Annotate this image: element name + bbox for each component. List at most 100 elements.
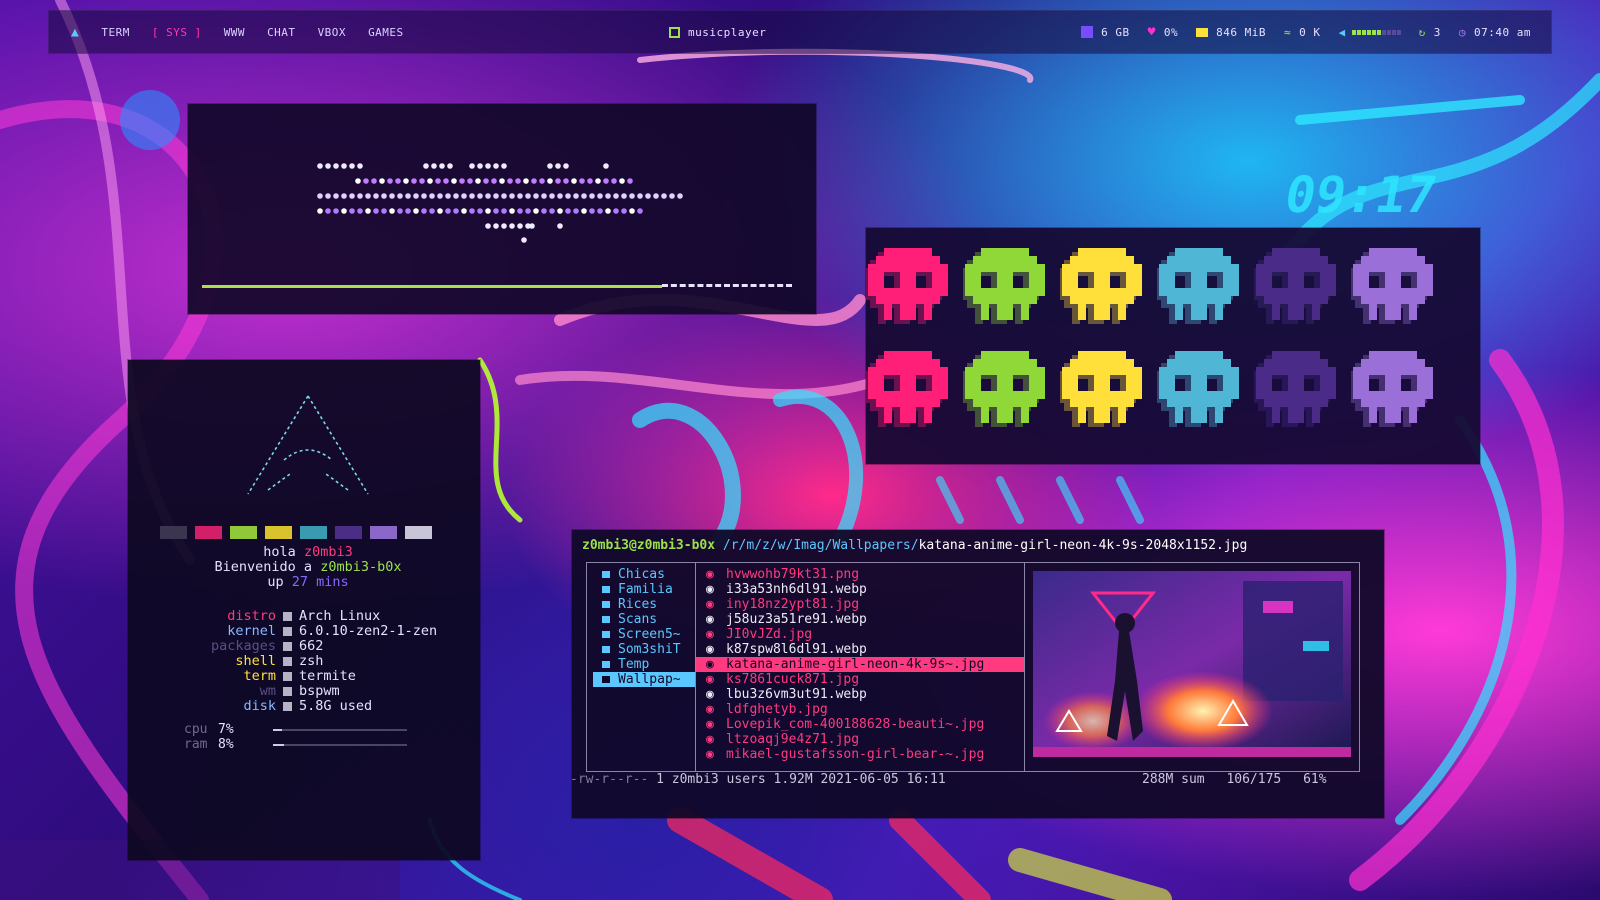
file-item[interactable]: ◉ ks7861cuck871.jpg (696, 672, 1024, 687)
info-bullet (283, 702, 292, 711)
visualizer-dot (389, 208, 395, 214)
dir-name: Screen5~ (618, 627, 681, 642)
dir-item[interactable]: Scans (587, 612, 695, 627)
image-file-icon: ◉ (706, 567, 714, 582)
visualizer-dot (325, 208, 331, 214)
visualizer-dot (605, 193, 611, 199)
volume-segment (1396, 29, 1401, 35)
file-item[interactable]: ◉ ldfghetyb.jpg (696, 702, 1024, 717)
visualizer-dot (533, 208, 539, 214)
visualizer-dot (451, 178, 457, 184)
visualizer-dot (423, 163, 429, 169)
visualizer-dot (437, 208, 443, 214)
skull-icon (862, 351, 950, 441)
file-item[interactable]: ◉ mikael-gustafsson-girl-bear-~.jpg (696, 747, 1024, 762)
neofetch-window[interactable]: hola z0mbi3 Bienvenido a z0mbi3-b0x up 2… (128, 360, 480, 860)
cpu-module[interactable]: ♥ 0% (1148, 25, 1179, 40)
dir-item[interactable]: Familia (587, 582, 695, 597)
visualizer-dot (619, 178, 625, 184)
top-bar: ▲ TERM [ SYS ] WWW CHAT VBOX GAMES music… (48, 10, 1552, 54)
visualizer-dot (493, 193, 499, 199)
visualizer-dot (357, 193, 363, 199)
dir-name: Chicas (618, 567, 665, 582)
focused-window[interactable]: musicplayer (669, 26, 766, 39)
dir-name: Wallpap~ (618, 672, 681, 687)
workspace-term[interactable]: TERM (101, 26, 130, 39)
clock-module[interactable]: ◷ 07:40 am (1459, 26, 1531, 39)
file-item[interactable]: ◉ katana-anime-girl-neon-4k-9s~.jpg (696, 657, 1024, 672)
visualizer-dot (459, 178, 465, 184)
dir-item[interactable]: Rices (587, 597, 695, 612)
file-item[interactable]: ◉ ltzoaqj9e4z71.jpg (696, 732, 1024, 747)
file-item[interactable]: ◉ lbu3z6vm3ut91.webp (696, 687, 1024, 702)
audio-visualizer (317, 163, 683, 243)
visualizer-dot (477, 163, 483, 169)
dir-name: Som3shiT (618, 642, 681, 657)
dir-item[interactable]: Chicas (587, 567, 695, 582)
track-remaining (662, 284, 792, 287)
file-name: katana-anime-girl-neon-4k-9s~.jpg (726, 657, 985, 672)
visualizer-dot (565, 193, 571, 199)
workspace-chat[interactable]: CHAT (267, 26, 296, 39)
image-file-icon: ◉ (706, 717, 714, 732)
visualizer-dot (661, 193, 667, 199)
status-perms: -rw-r--r-- 1 z0mbi3 users 1.92M 2021-06-… (570, 772, 946, 787)
file-item[interactable]: ◉ i33a53nh6dl91.webp (696, 582, 1024, 597)
dir-item[interactable]: Temp (587, 657, 695, 672)
visualizer-dot (421, 193, 427, 199)
file-item[interactable]: ◉ iny18nz2ypt81.jpg (696, 597, 1024, 612)
image-file-icon: ◉ (706, 747, 714, 762)
file-item[interactable]: ◉ k87spw8l6dl91.webp (696, 642, 1024, 657)
memory-icon (1196, 27, 1209, 37)
volume-segment (1386, 29, 1391, 35)
visualizer-dot (485, 208, 491, 214)
visualizer-dot (363, 178, 369, 184)
dir-item[interactable]: Screen5~ (587, 627, 695, 642)
workspace-vbox[interactable]: VBOX (318, 26, 347, 39)
visualizer-dot (485, 223, 491, 229)
info-key: packages (210, 638, 276, 654)
track-progress-bar[interactable] (202, 285, 662, 288)
dir-item[interactable]: Wallpap~ (593, 672, 695, 687)
music-visualizer-window[interactable] (188, 104, 816, 314)
visualizer-dot (611, 178, 617, 184)
file-item[interactable]: ◉ hvwwohb79kt31.png (696, 567, 1024, 582)
updates-module[interactable]: ↻ 3 (1419, 26, 1441, 39)
visualizer-dot (483, 178, 489, 184)
visualizer-dot (445, 208, 451, 214)
network-module[interactable]: ≈ 0 K (1284, 26, 1321, 39)
workspace-sys[interactable]: [ SYS ] (152, 26, 202, 39)
file-item[interactable]: ◉ Lovepik_com-400188628-beauti~.jpg (696, 717, 1024, 732)
info-row-wm: wm bspwm (128, 683, 488, 699)
palette-swatch (160, 526, 187, 539)
visualizer-dot (637, 193, 643, 199)
workspace-games[interactable]: GAMES (368, 26, 404, 39)
memory-module[interactable]: 846 MiB (1196, 26, 1266, 39)
file-manager-window[interactable]: z0mbi3@z0mbi3-b0x /r/m/z/w/Imag/Wallpape… (570, 530, 1384, 818)
file-item[interactable]: ◉ JI0vJZd.jpg (696, 627, 1024, 642)
volume-module[interactable]: ◀ (1339, 26, 1401, 39)
volume-bar[interactable] (1351, 29, 1401, 35)
dir-item[interactable]: Som3shiT (587, 642, 695, 657)
file-item[interactable]: ◉ j58uz3a51re91.webp (696, 612, 1024, 627)
palette-swatch (300, 526, 327, 539)
prompt-user: z0mbi3@z0mbi3-b0x (582, 538, 716, 553)
image-file-icon: ◉ (706, 687, 714, 702)
file-name: JI0vJZd.jpg (726, 627, 813, 642)
color-skulls-window[interactable] (862, 228, 1480, 464)
info-value: bspwm (299, 683, 340, 699)
visualizer-dot (677, 193, 683, 199)
visualizer-dot (403, 178, 409, 184)
visualizer-dot (531, 178, 537, 184)
visualizer-dot (621, 208, 627, 214)
disk-icon (1081, 26, 1094, 38)
arch-logo-icon[interactable]: ▲ (71, 25, 79, 40)
workspace-www[interactable]: WWW (224, 26, 245, 39)
visualizer-dot (563, 163, 569, 169)
visualizer-dot (477, 193, 483, 199)
disk-module[interactable]: 6 GB (1081, 26, 1130, 39)
file-info: 1 z0mbi3 users 1.92M 2021-06-05 16:11 (656, 772, 946, 787)
file-name: Lovepik_com-400188628-beauti~.jpg (726, 717, 985, 732)
visualizer-dot (549, 193, 555, 199)
ram-meter: ram 8% (128, 737, 480, 753)
